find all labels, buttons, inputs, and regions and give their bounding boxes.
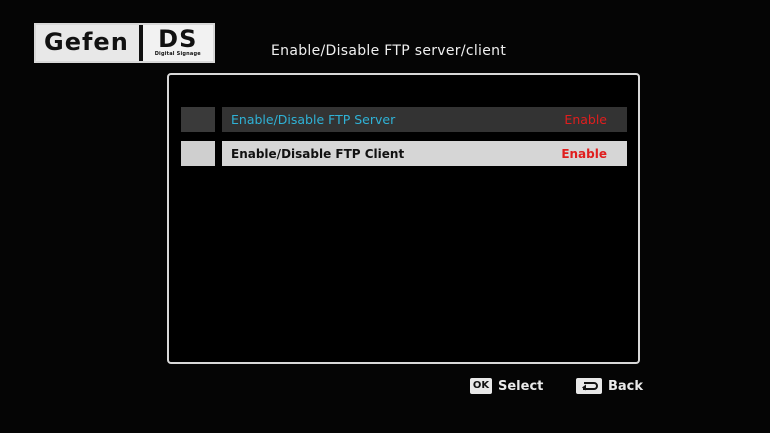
- menu-item-marker: [181, 107, 215, 132]
- menu-item-label: Enable/Disable FTP Server: [231, 112, 396, 127]
- menu-panel: Enable/Disable FTP Server Enable Enable/…: [167, 73, 640, 364]
- page-title: Enable/Disable FTP server/client: [271, 43, 507, 59]
- menu-item-ftp-client[interactable]: Enable/Disable FTP Client Enable: [181, 141, 627, 166]
- menu-item-bar[interactable]: Enable/Disable FTP Server Enable: [222, 107, 627, 132]
- menu-item-value[interactable]: Enable: [564, 112, 607, 127]
- menu-item-bar[interactable]: Enable/Disable FTP Client Enable: [222, 141, 627, 166]
- logo-brand: Gefen: [36, 25, 143, 61]
- back-arrow-icon: [576, 378, 602, 394]
- back-label: Back: [608, 378, 644, 394]
- select-hint[interactable]: OK Select: [470, 378, 543, 394]
- ok-key-icon: OK: [470, 378, 492, 394]
- logo-product-sub: Digital Signage: [154, 51, 201, 57]
- menu-item-label: Enable/Disable FTP Client: [231, 146, 405, 161]
- gefen-ds-logo: Gefen DS Digital Signage: [34, 23, 215, 63]
- osd-screen: Gefen DS Digital Signage Enable/Disable …: [0, 0, 770, 433]
- logo-product-name: DS: [158, 25, 198, 53]
- menu-item-value[interactable]: Enable: [561, 147, 607, 161]
- menu-item-ftp-server[interactable]: Enable/Disable FTP Server Enable: [181, 107, 627, 132]
- back-hint[interactable]: Back: [576, 378, 643, 394]
- logo-product: DS Digital Signage: [142, 25, 213, 61]
- select-label: Select: [498, 378, 544, 394]
- menu-item-marker: [181, 141, 215, 166]
